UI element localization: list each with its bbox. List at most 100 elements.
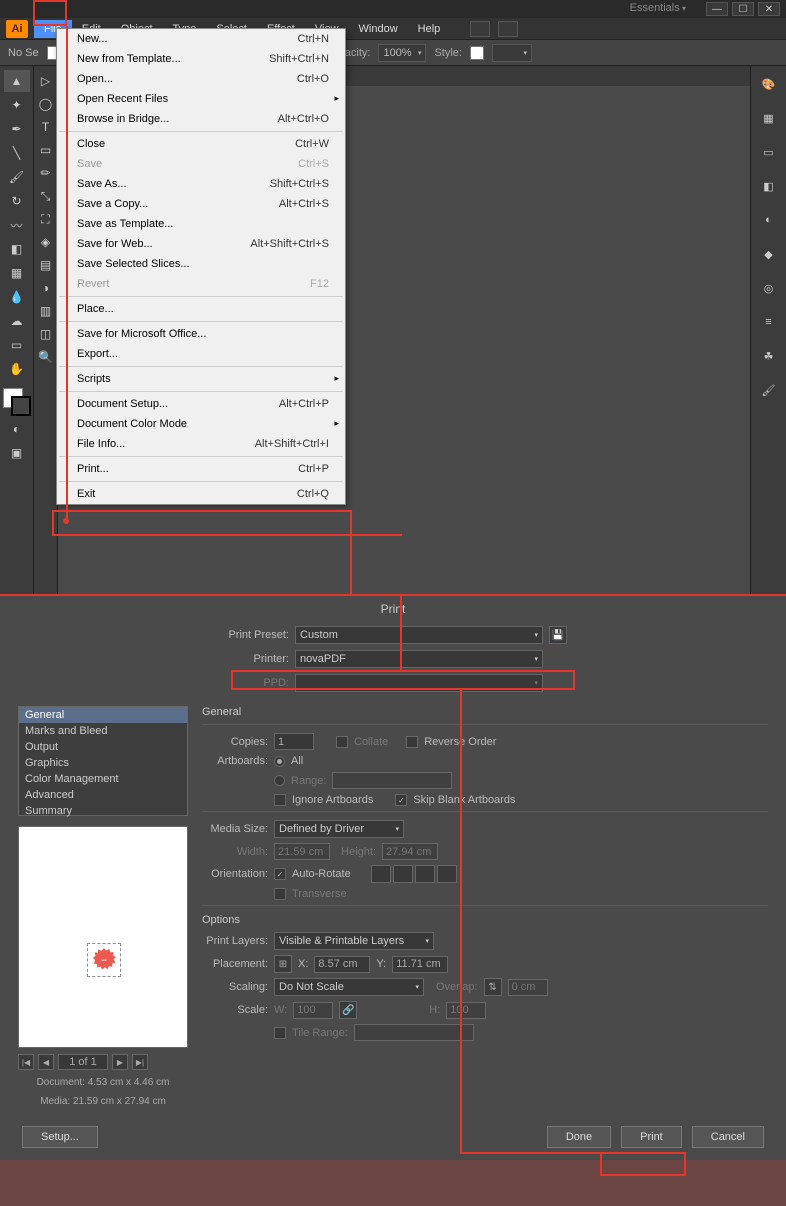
- eyedropper-tool[interactable]: 💧: [4, 286, 30, 308]
- color-panel-icon[interactable]: 🎨: [756, 72, 782, 96]
- setup-button[interactable]: Setup...: [22, 1126, 98, 1148]
- skip-blank-checkbox[interactable]: [395, 794, 407, 806]
- file-menu-item[interactable]: Place...: [57, 299, 345, 319]
- copies-field[interactable]: 1: [274, 733, 314, 750]
- symbols-panel-icon[interactable]: ☘: [756, 344, 782, 368]
- page-indicator[interactable]: 1 of 1: [58, 1054, 108, 1070]
- file-menu-item[interactable]: CloseCtrl+W: [57, 134, 345, 154]
- style-dropdown[interactable]: [492, 44, 532, 62]
- minimize-button[interactable]: —: [706, 2, 728, 16]
- print-section-item[interactable]: Marks and Bleed: [19, 723, 187, 739]
- style-swatch[interactable]: [470, 46, 484, 60]
- prev-page-button[interactable]: ◀: [38, 1054, 54, 1070]
- selection-tool[interactable]: ▲: [4, 70, 30, 92]
- pencil-tool[interactable]: ✏: [33, 162, 59, 184]
- paintbrush-tool[interactable]: 🖌: [4, 166, 30, 188]
- color-mode-icon[interactable]: ◐: [4, 418, 30, 440]
- range-radio[interactable]: [274, 775, 285, 786]
- print-sections-list[interactable]: GeneralMarks and BleedOutputGraphicsColo…: [18, 706, 188, 816]
- swatches-panel-icon[interactable]: ▦: [756, 106, 782, 130]
- lasso-tool[interactable]: ◯: [33, 93, 59, 115]
- print-layers-select[interactable]: Visible & Printable Layers: [274, 932, 434, 950]
- file-menu-item[interactable]: Save for Web...Alt+Shift+Ctrl+S: [57, 234, 345, 254]
- shape-builder-tool[interactable]: ◧: [4, 238, 30, 260]
- fill-stroke-colors[interactable]: [3, 388, 31, 416]
- graph-tool[interactable]: ▥: [33, 300, 59, 322]
- symbol-tool[interactable]: ☁: [4, 310, 30, 332]
- rectangle-tool[interactable]: ▭: [33, 139, 59, 161]
- file-menu-item[interactable]: Open Recent Files: [57, 89, 345, 109]
- menu-help[interactable]: Help: [408, 20, 451, 38]
- rotate-tool[interactable]: ↻: [4, 190, 30, 212]
- orientation-buttons[interactable]: [371, 865, 457, 883]
- print-section-item[interactable]: Color Management: [19, 771, 187, 787]
- last-page-button[interactable]: ▶|: [132, 1054, 148, 1070]
- print-section-item[interactable]: Summary: [19, 803, 187, 819]
- placement-anchor-icon[interactable]: ⊞: [274, 955, 292, 973]
- reverse-order-checkbox[interactable]: [406, 736, 418, 748]
- graphic-styles-panel-icon[interactable]: ◎: [756, 276, 782, 300]
- line-tool[interactable]: ╲: [4, 142, 30, 164]
- first-page-button[interactable]: |◀: [18, 1054, 34, 1070]
- brushes-panel-icon[interactable]: 🖌: [756, 378, 782, 402]
- type-tool[interactable]: T: [33, 116, 59, 138]
- print-section-item[interactable]: Output: [19, 739, 187, 755]
- file-menu-item[interactable]: Open...Ctrl+O: [57, 69, 345, 89]
- transparency-panel-icon[interactable]: ◐: [756, 208, 782, 232]
- layers-panel-icon[interactable]: ≡: [756, 310, 782, 334]
- media-size-select[interactable]: Defined by Driver: [274, 820, 404, 838]
- gradient-panel-icon[interactable]: ◧: [756, 174, 782, 198]
- file-menu-item[interactable]: New...Ctrl+N: [57, 29, 345, 49]
- close-button[interactable]: ✕: [758, 2, 780, 16]
- file-menu-item[interactable]: Save Selected Slices...: [57, 254, 345, 274]
- bridge-icon[interactable]: [470, 21, 490, 37]
- width-tool[interactable]: 〰: [4, 214, 30, 236]
- scaling-select[interactable]: Do Not Scale: [274, 978, 424, 996]
- screen-mode-icon[interactable]: ▣: [4, 442, 30, 464]
- file-menu-item[interactable]: Export...: [57, 344, 345, 364]
- workspace-switcher[interactable]: Essentials: [630, 2, 686, 14]
- magic-wand-tool[interactable]: ✦: [4, 94, 30, 116]
- print-section-item[interactable]: General: [19, 707, 187, 723]
- file-menu-item[interactable]: Print...Ctrl+P: [57, 459, 345, 479]
- next-page-button[interactable]: ▶: [112, 1054, 128, 1070]
- file-menu-item[interactable]: Save for Microsoft Office...: [57, 324, 345, 344]
- file-menu-item[interactable]: File Info...Alt+Shift+Ctrl+I: [57, 434, 345, 454]
- artboard-tool[interactable]: ▭: [4, 334, 30, 356]
- x-field[interactable]: 8.57 cm: [314, 956, 370, 973]
- print-preset-select[interactable]: Custom: [295, 626, 543, 644]
- save-preset-icon[interactable]: 💾: [549, 626, 567, 644]
- file-menu-item[interactable]: Browse in Bridge...Alt+Ctrl+O: [57, 109, 345, 129]
- done-button[interactable]: Done: [547, 1126, 611, 1148]
- pen-tool[interactable]: ✒: [4, 118, 30, 140]
- file-menu-item[interactable]: Scripts: [57, 369, 345, 389]
- mesh-tool[interactable]: ▦: [4, 262, 30, 284]
- file-menu-item[interactable]: Save a Copy...Alt+Ctrl+S: [57, 194, 345, 214]
- menu-window[interactable]: Window: [349, 20, 408, 38]
- maximize-button[interactable]: ☐: [732, 2, 754, 16]
- slice-tool[interactable]: ◫: [33, 323, 59, 345]
- blend-tool[interactable]: ◑: [33, 277, 59, 299]
- scale-tool[interactable]: ⤡: [33, 185, 59, 207]
- auto-rotate-checkbox[interactable]: [274, 868, 286, 880]
- file-menu-item[interactable]: Document Color Mode: [57, 414, 345, 434]
- file-menu-item[interactable]: Save as Template...: [57, 214, 345, 234]
- stroke-panel-icon[interactable]: ▭: [756, 140, 782, 164]
- file-menu-item[interactable]: New from Template...Shift+Ctrl+N: [57, 49, 345, 69]
- file-menu-item[interactable]: Document Setup...Alt+Ctrl+P: [57, 394, 345, 414]
- hand-tool[interactable]: ✋: [4, 358, 30, 380]
- free-transform-tool[interactable]: ⛶: [33, 208, 59, 230]
- gradient-tool[interactable]: ▤: [33, 254, 59, 276]
- print-section-item[interactable]: Advanced: [19, 787, 187, 803]
- file-menu-item[interactable]: ExitCtrl+Q: [57, 484, 345, 504]
- file-menu-item[interactable]: Save As...Shift+Ctrl+S: [57, 174, 345, 194]
- print-section-item[interactable]: Graphics: [19, 755, 187, 771]
- opacity-field[interactable]: 100%: [378, 44, 426, 62]
- perspective-tool[interactable]: ◈: [33, 231, 59, 253]
- y-field[interactable]: 11.71 cm: [392, 956, 448, 973]
- ignore-artboards-checkbox[interactable]: [274, 794, 286, 806]
- zoom-tool[interactable]: 🔍: [33, 346, 59, 368]
- all-radio[interactable]: [274, 756, 285, 767]
- print-button[interactable]: Print: [621, 1126, 682, 1148]
- arrange-icon[interactable]: [498, 21, 518, 37]
